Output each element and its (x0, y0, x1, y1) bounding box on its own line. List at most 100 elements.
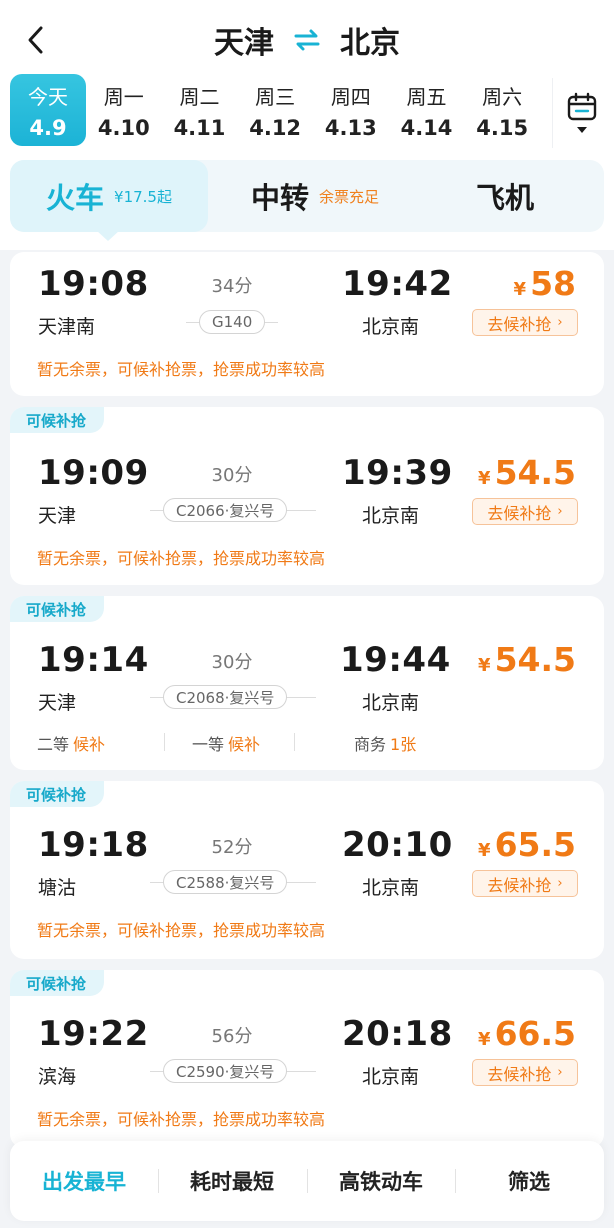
date-value: 4.15 (476, 115, 529, 140)
sort-earliest-departure[interactable]: 出发最早 (10, 1141, 158, 1221)
arrival-station: 北京南 (362, 316, 420, 338)
date-day-label: 周六 (482, 84, 523, 109)
date-value: 4.11 (173, 115, 226, 140)
price: ¥54.5 (478, 640, 576, 679)
tab-transfer[interactable]: 中转 余票充足 (220, 160, 410, 232)
departure-station: 塘沽 (38, 877, 77, 899)
tab-sub-label: 余票充足 (319, 187, 380, 206)
price: ¥65.5 (478, 825, 576, 864)
seat-divider (164, 733, 165, 751)
arrival-station: 北京南 (362, 877, 420, 899)
date-item[interactable]: 周三 4.12 (237, 74, 313, 146)
chevron-right-icon: › (557, 315, 563, 330)
arrival-station: 北京南 (362, 1066, 420, 1088)
tab-train[interactable]: 火车 ¥17.5起 (10, 160, 208, 232)
seat-availability: 二等 候补 一等 候补 商务 1张 (37, 731, 577, 755)
date-value: 4.14 (400, 115, 453, 140)
duration: 52分 (211, 837, 253, 858)
departure-time: 19:09 (38, 453, 149, 493)
departure-station: 滨海 (38, 1066, 77, 1088)
date-item[interactable]: 周六 4.15 (464, 74, 540, 146)
seat-business-class[interactable]: 商务 1张 (354, 731, 416, 755)
waitlist-badge: 可候补抢 (10, 596, 105, 622)
waitlist-button[interactable]: 去候补抢 › (472, 498, 578, 525)
date-value: 4.9 (29, 115, 67, 140)
swap-icon[interactable] (292, 25, 322, 55)
transport-mode-tabs: 火车 ¥17.5起 中转 余票充足 飞机 (10, 160, 604, 232)
departure-time: 19:08 (38, 264, 149, 304)
arrival-time: 20:10 (342, 825, 453, 865)
date-day-label: 今天 (27, 84, 68, 109)
departure-station: 天津 (38, 505, 77, 527)
date-item[interactable]: 周一 4.10 (86, 74, 162, 146)
waitlist-button[interactable]: 去候补抢 › (472, 309, 578, 336)
date-day-label: 周一 (103, 84, 144, 109)
calendar-button[interactable] (552, 78, 610, 148)
arrival-time: 19:44 (340, 640, 451, 680)
seat-second-class[interactable]: 二等 候补 (37, 731, 105, 755)
date-strip: 今天 4.9 周一 4.10 周二 4.11 周三 4.12 周四 4.13 周… (10, 74, 540, 148)
availability-notice: 暂无余票，可候补抢票，抢票成功率较高 (37, 549, 326, 568)
date-day-label: 周三 (255, 84, 296, 109)
date-day-label: 周四 (330, 84, 371, 109)
availability-notice: 暂无余票，可候补抢票，抢票成功率较高 (37, 360, 326, 379)
date-item[interactable]: 周五 4.14 (389, 74, 465, 146)
date-day-label: 周五 (406, 84, 447, 109)
arrival-station: 北京南 (362, 692, 420, 714)
train-number[interactable]: C2066·复兴号 (163, 498, 288, 522)
arrival-time: 19:39 (342, 453, 453, 493)
chevron-right-icon: › (557, 876, 563, 891)
train-card[interactable]: 可候补抢 19:18 52分 20:10 ¥65.5 塘沽 C2588·复兴号 … (10, 781, 604, 959)
duration: 34分 (211, 276, 253, 297)
date-item[interactable]: 周二 4.11 (162, 74, 238, 146)
date-value: 4.13 (324, 115, 377, 140)
duration: 30分 (211, 652, 253, 673)
waitlist-badge: 可候补抢 (10, 970, 105, 996)
filter-button[interactable]: 筛选 (455, 1141, 603, 1221)
date-item[interactable]: 周四 4.13 (313, 74, 389, 146)
price: ¥58 (513, 264, 576, 303)
departure-time: 19:22 (38, 1014, 149, 1054)
availability-notice: 暂无余票，可候补抢票，抢票成功率较高 (37, 1110, 326, 1129)
train-card[interactable]: 19:08 34分 19:42 ¥58 天津南 G140 北京南 去候补抢 › … (10, 252, 604, 396)
seat-divider (294, 733, 295, 751)
departure-time: 19:18 (38, 825, 149, 865)
train-card[interactable]: 可候补抢 19:22 56分 20:18 ¥66.5 滨海 C2590·复兴号 … (10, 970, 604, 1148)
train-number[interactable]: C2590·复兴号 (163, 1059, 288, 1083)
train-number[interactable]: C2068·复兴号 (163, 685, 288, 709)
waitlist-button[interactable]: 去候补抢 › (472, 870, 578, 897)
caret-down-icon (576, 127, 587, 133)
tab-pointer (96, 230, 120, 241)
seat-first-class[interactable]: 一等 候补 (192, 731, 260, 755)
price: ¥54.5 (478, 453, 576, 492)
sort-filter-bar: 出发最早 耗时最短 高铁动车 筛选 (10, 1141, 604, 1221)
top-bar: 天津 北京 今天 4.9 周一 4.10 周二 4.11 周三 4.12 周四 … (0, 0, 614, 250)
departure-station: 天津南 (38, 316, 96, 338)
to-city[interactable]: 北京 (340, 18, 400, 62)
sort-shortest-duration[interactable]: 耗时最短 (158, 1141, 306, 1221)
calendar-icon (567, 92, 596, 121)
train-number[interactable]: C2588·复兴号 (163, 870, 288, 894)
waitlist-button[interactable]: 去候补抢 › (472, 1059, 578, 1086)
date-item-today[interactable]: 今天 4.9 (10, 74, 86, 146)
date-value: 4.10 (97, 115, 150, 140)
tab-label: 中转 (250, 181, 309, 215)
filter-high-speed[interactable]: 高铁动车 (307, 1141, 455, 1221)
arrival-time: 20:18 (342, 1014, 453, 1054)
chevron-right-icon: › (557, 504, 563, 519)
duration: 30分 (211, 465, 253, 486)
availability-notice: 暂无余票，可候补抢票，抢票成功率较高 (37, 921, 326, 940)
date-day-label: 周二 (179, 84, 220, 109)
tab-label: 飞机 (475, 181, 534, 215)
train-card[interactable]: 可候补抢 19:14 30分 19:44 ¥54.5 天津 C2068·复兴号 … (10, 596, 604, 770)
departure-time: 19:14 (38, 640, 149, 680)
train-number[interactable]: G140 (199, 310, 266, 334)
price: ¥66.5 (478, 1014, 576, 1053)
route-title: 天津 北京 (0, 18, 614, 62)
waitlist-badge: 可候补抢 (10, 407, 105, 433)
date-value: 4.12 (249, 115, 302, 140)
train-card[interactable]: 可候补抢 19:09 30分 19:39 ¥54.5 天津 C2066·复兴号 … (10, 407, 604, 585)
tab-sub-label: ¥17.5起 (114, 187, 172, 206)
tab-flight[interactable]: 飞机 (430, 160, 580, 232)
from-city[interactable]: 天津 (214, 18, 274, 62)
